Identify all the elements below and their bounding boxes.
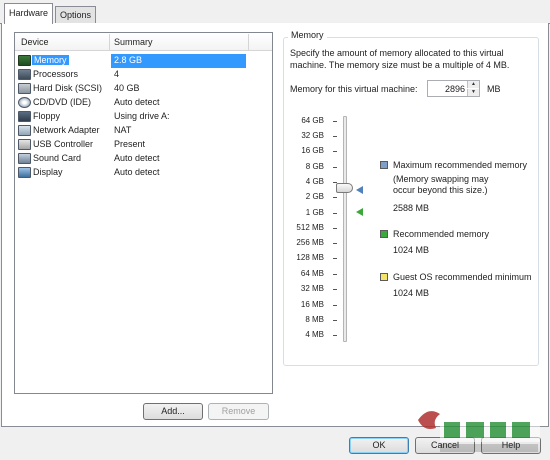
memory-stepper[interactable]: 2896 ▲ ▼ xyxy=(427,80,480,97)
scale-label: 16 MB xyxy=(300,300,324,309)
device-row-floppy[interactable]: Floppy Using drive A: xyxy=(15,110,272,124)
guest-os-minimum-swatch xyxy=(380,273,388,281)
scale-label: 4 GB xyxy=(305,177,324,186)
device-name: Hard Disk (SCSI) xyxy=(33,83,103,93)
device-name: Network Adapter xyxy=(33,125,100,135)
display-icon xyxy=(18,167,31,178)
scale-label: 32 MB xyxy=(300,284,324,293)
device-summary: Auto detect xyxy=(114,153,160,163)
device-row-display[interactable]: Display Auto detect xyxy=(15,166,272,180)
ok-button[interactable]: OK xyxy=(349,437,409,454)
recommended-label: Recommended memory xyxy=(393,229,490,239)
device-list[interactable]: Device Summary Memory 2.8 GB Processors … xyxy=(14,32,273,394)
scale-tick xyxy=(333,243,337,244)
spin-down-icon[interactable]: ▼ xyxy=(467,89,479,96)
device-list-header: Device Summary xyxy=(15,33,272,51)
processor-icon xyxy=(18,69,31,80)
memory-slider-track[interactable] xyxy=(343,116,347,342)
device-row-memory[interactable]: Memory 2.8 GB xyxy=(15,54,272,68)
network-adapter-icon xyxy=(18,125,31,136)
scale-label: 4 MB xyxy=(305,330,324,339)
hard-disk-icon xyxy=(18,83,31,94)
scale-label: 256 MB xyxy=(296,238,324,247)
device-name: Floppy xyxy=(33,111,61,121)
scale-tick xyxy=(333,213,337,214)
device-row-usb-controller[interactable]: USB Controller Present xyxy=(15,138,272,152)
scale-label: 64 GB xyxy=(301,116,324,125)
memory-slider-thumb[interactable] xyxy=(336,183,353,193)
scale-tick xyxy=(333,335,337,336)
column-header-device[interactable]: Device xyxy=(21,37,49,47)
scale-tick xyxy=(333,320,337,321)
sound-card-icon xyxy=(18,153,31,164)
usb-controller-icon xyxy=(18,139,31,150)
scale-tick xyxy=(333,121,337,122)
device-summary: 4 xyxy=(114,69,120,79)
device-row-sound-card[interactable]: Sound Card Auto detect xyxy=(15,152,272,166)
max-recommended-swatch xyxy=(380,161,388,169)
device-row-processors[interactable]: Processors 4 xyxy=(15,68,272,82)
memory-group-title: Memory xyxy=(288,30,327,40)
device-name: Processors xyxy=(33,69,79,79)
watermark-logo xyxy=(418,411,540,452)
scale-label: 16 GB xyxy=(301,146,324,155)
add-device-button[interactable]: Add... xyxy=(143,403,203,420)
device-row-network-adapter[interactable]: Network Adapter NAT xyxy=(15,124,272,138)
device-name: Sound Card xyxy=(33,153,82,163)
device-summary: Present xyxy=(114,139,146,149)
scale-tick xyxy=(333,167,337,168)
memory-icon xyxy=(18,55,31,66)
scale-tick xyxy=(333,151,337,152)
scale-label: 128 MB xyxy=(296,253,324,262)
scale-label: 32 GB xyxy=(301,131,324,140)
device-name: Memory xyxy=(32,55,69,65)
recommended-marker-icon xyxy=(356,208,363,216)
device-row-hard-disk[interactable]: Hard Disk (SCSI) 40 GB xyxy=(15,82,272,96)
guest-os-minimum-value: 1024 MB xyxy=(393,288,430,298)
scale-tick xyxy=(333,289,337,290)
device-summary: 40 GB xyxy=(114,83,140,93)
max-recommended-label: Maximum recommended memory xyxy=(393,160,528,170)
guest-os-minimum-label: Guest OS recommended minimum xyxy=(393,272,532,282)
device-name: CD/DVD (IDE) xyxy=(33,97,91,107)
scale-label: 8 MB xyxy=(305,315,324,324)
scale-label: 8 GB xyxy=(305,162,324,171)
device-name: USB Controller xyxy=(33,139,94,149)
max-recommended-marker-icon xyxy=(356,186,363,194)
recommended-swatch xyxy=(380,230,388,238)
device-summary: Auto detect xyxy=(114,167,160,177)
device-summary: 2.8 GB xyxy=(114,55,143,65)
tab-options[interactable]: Options xyxy=(55,6,97,24)
scale-tick xyxy=(333,197,337,198)
device-summary: NAT xyxy=(114,125,132,135)
max-recommended-note: (Memory swapping may occur beyond this s… xyxy=(393,174,489,195)
column-header-summary[interactable]: Summary xyxy=(114,37,153,47)
scale-label: 64 MB xyxy=(300,269,324,278)
device-name: Display xyxy=(33,167,63,177)
scale-tick xyxy=(333,258,337,259)
spin-up-icon[interactable]: ▲ xyxy=(467,81,479,88)
scale-tick xyxy=(333,305,337,306)
cd-dvd-icon xyxy=(18,97,31,108)
memory-field-label: Memory for this virtual machine: xyxy=(290,84,418,94)
scale-label: 512 MB xyxy=(296,223,324,232)
scale-tick xyxy=(333,274,337,275)
device-summary: Auto detect xyxy=(114,97,160,107)
device-row-cd-dvd[interactable]: CD/DVD (IDE) Auto detect xyxy=(15,96,272,110)
tab-hardware[interactable]: Hardware xyxy=(4,3,54,24)
floppy-icon xyxy=(18,111,31,122)
scale-label: 1 GB xyxy=(305,208,324,217)
device-summary: Using drive A: xyxy=(114,111,170,121)
scale-tick xyxy=(333,228,337,229)
max-recommended-value: 2588 MB xyxy=(393,203,430,213)
scale-label: 2 GB xyxy=(305,192,324,201)
scale-tick xyxy=(333,136,337,137)
remove-device-button[interactable]: Remove xyxy=(208,403,269,420)
recommended-value: 1024 MB xyxy=(393,245,430,255)
memory-unit-label: MB xyxy=(487,84,501,94)
memory-description: Specify the amount of memory allocated t… xyxy=(290,48,510,70)
memory-value[interactable]: 2896 xyxy=(445,84,465,94)
